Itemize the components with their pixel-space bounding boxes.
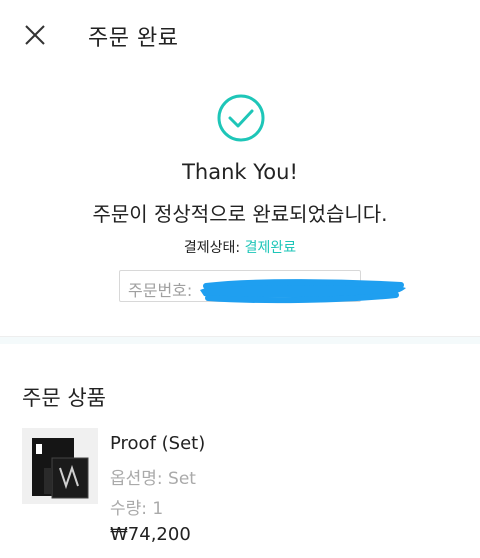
- close-button[interactable]: [22, 22, 48, 48]
- order-number-label: 주문번호:: [128, 281, 193, 300]
- page-title: 주문 완료: [88, 26, 179, 51]
- product-quantity: 수량: 1: [110, 499, 164, 519]
- success-indicator: [216, 93, 266, 143]
- thank-you-heading: Thank You!: [182, 160, 298, 184]
- payment-status-value: 결제완료: [244, 240, 297, 256]
- close-icon: [25, 25, 45, 45]
- completion-message: 주문이 정상적으로 완료되었습니다.: [92, 202, 388, 226]
- check-circle-icon: [217, 94, 265, 142]
- product-price: ₩74,200: [110, 524, 191, 545]
- ordered-products-title: 주문 상품: [22, 386, 106, 410]
- payment-status: 결제상태: 결제완료: [0, 237, 480, 257]
- order-number-box: 주문번호:: [119, 270, 406, 304]
- app-header: 주문 완료: [0, 0, 480, 70]
- redaction-scribble: [200, 279, 406, 304]
- product-name: Proof (Set): [110, 433, 206, 454]
- payment-status-label: 결제상태:: [183, 240, 241, 256]
- section-divider: [0, 336, 480, 344]
- product-thumbnail: [22, 428, 98, 504]
- album-image: [22, 428, 98, 504]
- product-option: 옵션명: Set: [110, 469, 196, 489]
